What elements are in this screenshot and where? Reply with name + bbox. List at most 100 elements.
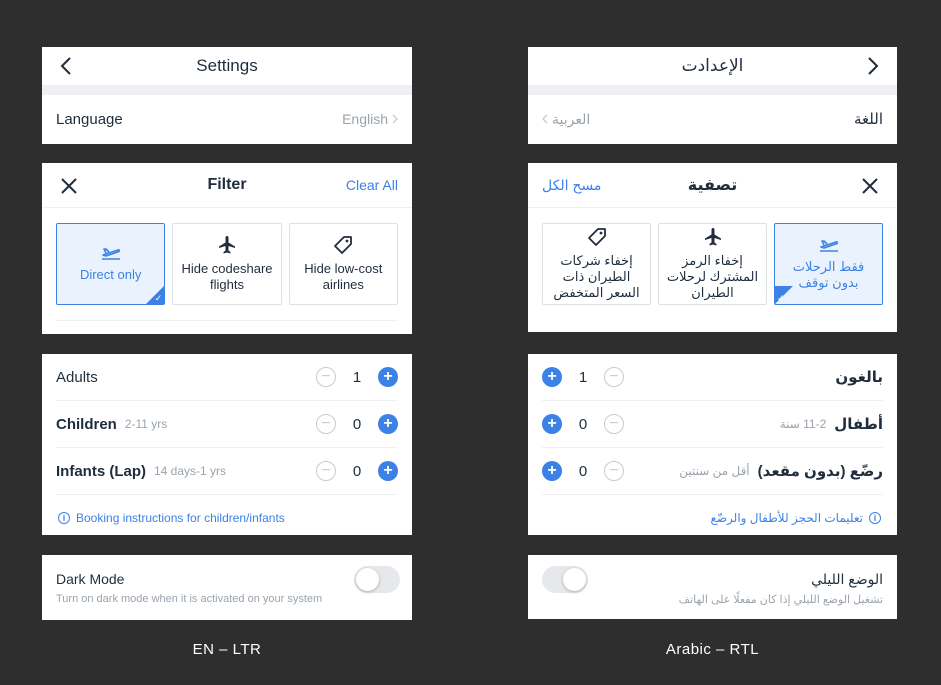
dark-mode-description: تشغيل الوضع الليلي إذا كان مفعلًا على ال… <box>678 594 883 606</box>
dark-mode-card: Dark Mode Turn on dark mode when it is a… <box>42 555 412 620</box>
chevron-right-icon <box>392 114 398 124</box>
quantity-stepper: − 0 + <box>316 461 398 481</box>
language-label: Language <box>56 110 123 128</box>
language-value: English <box>342 111 388 127</box>
page-title: Settings <box>196 56 258 75</box>
back-chevron-icon[interactable] <box>863 56 883 76</box>
dark-mode-card: الوضع الليلي تشغيل الوضع الليلي إذا كان … <box>528 555 897 619</box>
filter-option-direct-only[interactable]: فقط الرحلات بدون توقف ✓ <box>774 223 883 305</box>
plane-icon <box>218 236 235 254</box>
filter-option-hide-codeshare[interactable]: Hide codeshare flights <box>172 223 282 305</box>
passenger-count: 0 <box>352 462 362 480</box>
passenger-count: 0 <box>578 462 588 480</box>
clear-all-button[interactable]: مسح الكل <box>542 177 601 194</box>
age-range: 2-11 yrs <box>124 417 168 431</box>
clear-all-button[interactable]: Clear All <box>346 177 398 193</box>
passenger-count: 0 <box>578 415 588 433</box>
close-icon[interactable] <box>58 175 80 197</box>
filter-options: فقط الرحلات بدون توقف ✓ إخفاء الرمز المش… <box>542 223 883 305</box>
passenger-row-adults: بالغون − 1 + <box>542 354 883 401</box>
filter-card: Filter Clear All Direct only ✓ Hide code… <box>42 163 412 334</box>
filter-options: Direct only ✓ Hide codeshare flights Hid… <box>56 223 398 305</box>
dark-mode-toggle[interactable] <box>542 566 588 593</box>
passenger-count: 1 <box>578 368 588 386</box>
minus-button[interactable]: − <box>316 367 336 387</box>
minus-button[interactable]: − <box>604 367 624 387</box>
plus-button[interactable]: + <box>378 367 398 387</box>
settings-card: الإعدادت اللغة العربية <box>528 47 897 144</box>
filter-option-hide-low-cost[interactable]: Hide low-cost airlines <box>288 223 398 305</box>
settings-header: Settings <box>42 47 412 86</box>
plus-button[interactable]: + <box>542 367 562 387</box>
close-icon[interactable] <box>859 175 881 197</box>
option-label: Direct only <box>79 267 142 282</box>
minus-button[interactable]: − <box>316 461 336 481</box>
option-label: Hide low-cost airlines <box>304 261 383 292</box>
language-row[interactable]: اللغة العربية <box>528 95 897 143</box>
booking-instructions-link[interactable]: i Booking instructions for children/infa… <box>58 511 285 525</box>
info-icon: i <box>869 512 881 524</box>
passenger-count: 1 <box>352 368 362 386</box>
passengers-card: بالغون − 1 + أطفال 11-2 سنة − 0 + رضّع (… <box>528 354 897 535</box>
direct-flight-icon <box>819 240 838 252</box>
caption-ar: Arabic – RTL <box>665 641 760 658</box>
language-value: العربية <box>552 110 591 127</box>
tag-icon <box>334 236 353 254</box>
quantity-stepper: − 1 + <box>542 367 624 387</box>
age-range: أقل من سنتين <box>679 464 750 478</box>
dark-mode-label: Dark Mode <box>56 571 125 587</box>
option-label: إخفاء الرمز المشترك لرحلات الطيران <box>666 253 759 300</box>
filter-option-direct-only[interactable]: Direct only ✓ <box>56 223 166 305</box>
plus-button[interactable]: + <box>542 461 562 481</box>
filter-option-hide-codeshare[interactable]: إخفاء الرمز المشترك لرحلات الطيران <box>658 223 767 305</box>
filter-card: تصفية مسح الكل فقط الرحلات بدون توقف ✓ إ… <box>528 163 897 332</box>
chevron-left-icon <box>542 114 548 124</box>
passenger-label: Adults <box>56 368 98 386</box>
info-icon: i <box>58 512 70 524</box>
option-label: فقط الرحلات بدون توقف <box>792 259 865 290</box>
quantity-stepper: − 0 + <box>316 414 398 434</box>
filter-option-hide-low-cost[interactable]: إخفاء شركات الطيران ذات السعر المتخفض <box>542 223 651 305</box>
booking-instructions-link[interactable]: i تعليمات الحجز للأطفال والرضّع <box>710 511 881 525</box>
plus-button[interactable]: + <box>378 461 398 481</box>
language-label: اللغة <box>854 111 883 128</box>
passenger-row-infants: Infants (Lap) 14 days-1 yrs − 0 + <box>56 448 398 495</box>
plus-button[interactable]: + <box>378 414 398 434</box>
dark-mode-description: Turn on dark mode when it is activated o… <box>56 593 323 605</box>
plus-button[interactable]: + <box>542 414 562 434</box>
filter-header: تصفية مسح الكل <box>528 163 897 208</box>
passenger-count: 0 <box>352 415 362 433</box>
passenger-row-infants: رضّع (بدون مقعد) أقل من سنتين − 0 + <box>542 448 883 495</box>
tag-icon <box>587 228 606 246</box>
plane-icon <box>704 228 721 246</box>
passenger-row-children: Children 2-11 yrs − 0 + <box>56 401 398 448</box>
passenger-row-adults: Adults − 1 + <box>56 354 398 401</box>
direct-flight-icon <box>101 248 120 260</box>
minus-button[interactable]: − <box>604 461 624 481</box>
passenger-label: رضّع (بدون مقعد) <box>757 463 883 480</box>
minus-button[interactable]: − <box>316 414 336 434</box>
caption-en: EN – LTR <box>192 641 262 658</box>
passengers-card: Adults − 1 + Children 2-11 yrs − 0 + Inf… <box>42 354 412 535</box>
option-label: Hide codeshare flights <box>181 261 273 292</box>
filter-header: Filter Clear All <box>42 163 412 208</box>
check-icon: ✓ <box>777 293 785 303</box>
dark-mode-toggle[interactable] <box>354 566 400 593</box>
passenger-label: بالغون <box>835 369 883 386</box>
passenger-label: Children <box>56 415 117 433</box>
filter-title: تصفية <box>687 177 738 194</box>
language-row[interactable]: Language English <box>42 95 412 143</box>
check-icon: ✓ <box>154 293 163 303</box>
page-title: الإعدادت <box>681 56 744 75</box>
booking-instructions-text: تعليمات الحجز للأطفال والرضّع <box>710 511 863 525</box>
option-label: إخفاء شركات الطيران ذات السعر المتخفض <box>553 253 640 300</box>
minus-button[interactable]: − <box>604 414 624 434</box>
booking-instructions-text: Booking instructions for children/infant… <box>76 511 285 525</box>
passenger-row-children: أطفال 11-2 سنة − 0 + <box>542 401 883 448</box>
filter-title: Filter <box>207 176 247 193</box>
settings-card: Settings Language English <box>42 47 412 144</box>
quantity-stepper: − 1 + <box>316 367 398 387</box>
quantity-stepper: − 0 + <box>542 461 624 481</box>
dark-mode-label: الوضع الليلي <box>811 571 883 587</box>
back-chevron-icon[interactable] <box>56 56 76 76</box>
